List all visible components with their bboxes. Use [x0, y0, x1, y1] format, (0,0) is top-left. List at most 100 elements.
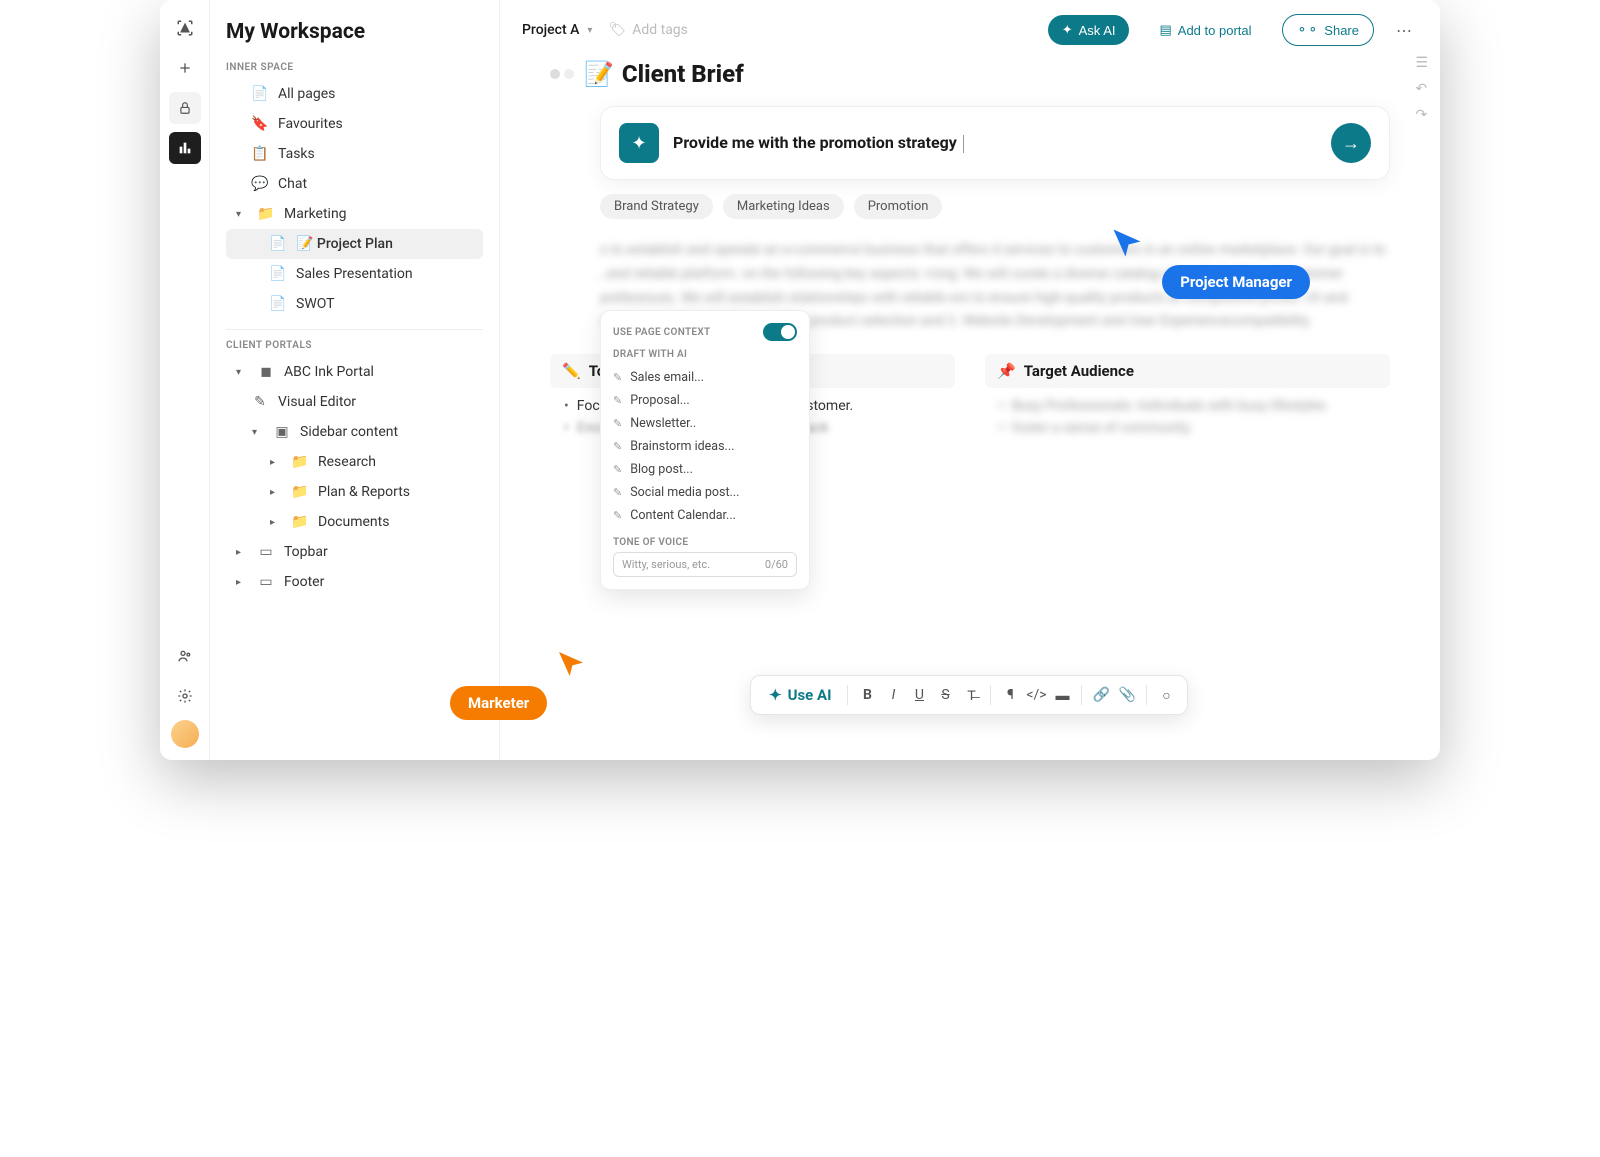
nav-abc-portal[interactable]: ▾◼ABC Ink Portal — [226, 357, 483, 387]
pin-icon: 📌 — [997, 362, 1016, 380]
user-avatar[interactable] — [171, 720, 199, 748]
tone-input[interactable]: Witty, serious, etc. 0/60 — [613, 552, 797, 577]
chevron-down-icon: ▾ — [252, 427, 264, 438]
pencil-icon: ✎ — [613, 371, 622, 384]
add-to-portal-button[interactable]: ▤ Add to portal — [1145, 15, 1265, 45]
nav-swot[interactable]: 📄SWOT — [226, 289, 483, 319]
chart-icon[interactable] — [169, 132, 201, 164]
col-audience: 📌 Target Audience Busy Professionals: In… — [985, 354, 1390, 442]
folder-icon: 📁 — [292, 454, 308, 470]
ai-prompt-card: ✦ Provide me with the promotion strategy… — [600, 106, 1390, 180]
nav-topbar[interactable]: ▸▭Topbar — [226, 537, 483, 567]
doc-icon: 📄 — [270, 296, 286, 312]
link-button[interactable]: 🔗 — [1090, 684, 1112, 706]
bookmark-icon: 🔖 — [252, 116, 268, 132]
folder-icon: 📁 — [292, 514, 308, 530]
add-icon[interactable] — [169, 52, 201, 84]
add-tags[interactable]: 🏷 Add tags — [608, 22, 687, 38]
context-label: USE PAGE CONTEXT — [613, 327, 710, 338]
pencil-icon: ✎ — [613, 394, 622, 407]
draft-sales-email[interactable]: ✎Sales email... — [613, 366, 797, 389]
lock-icon[interactable] — [169, 92, 201, 124]
share-icon: ⚬⚬ — [1297, 22, 1319, 38]
team-icon[interactable] — [169, 640, 201, 672]
section-client-portals: CLIENT PORTALS — [226, 340, 483, 351]
chevron-right-icon: ▸ — [236, 547, 248, 558]
portal-icon: ▤ — [1159, 22, 1171, 38]
nav-tasks[interactable]: 📋Tasks — [226, 139, 483, 169]
badge-marketer: Marketer — [450, 686, 547, 720]
divider — [226, 329, 483, 330]
bold-button[interactable]: B — [856, 684, 878, 706]
nav-sales-presentation[interactable]: 📄Sales Presentation — [226, 259, 483, 289]
main-area: Project A ▾ 🏷 Add tags ✦ Ask AI ▤ Add to… — [500, 0, 1440, 760]
sparkle-icon: ✦ — [769, 686, 782, 704]
strike-button[interactable]: S — [934, 684, 956, 706]
settings-icon[interactable] — [169, 680, 201, 712]
attach-button[interactable]: 📎 — [1116, 684, 1138, 706]
chip-marketing-ideas[interactable]: Marketing Ideas — [723, 194, 844, 219]
badge-project-manager: Project Manager — [1162, 265, 1310, 299]
share-button[interactable]: ⚬⚬ Share — [1282, 14, 1375, 46]
folder-icon: 📁 — [292, 484, 308, 500]
nav-all-pages[interactable]: 📄All pages — [226, 79, 483, 109]
code-button[interactable]: </> — [1025, 684, 1047, 706]
chevron-right-icon: ▸ — [270, 517, 282, 528]
chat-icon: 💬 — [252, 176, 268, 192]
draft-social[interactable]: ✎Social media post... — [613, 481, 797, 504]
nav-sidebar-content[interactable]: ▾▣Sidebar content — [226, 417, 483, 447]
draft-brainstorm[interactable]: ✎Brainstorm ideas... — [613, 435, 797, 458]
sidebar: My Workspace INNER SPACE 📄All pages 🔖Fav… — [210, 0, 500, 760]
target-icon[interactable] — [169, 12, 201, 44]
pencil-icon: ✎ — [613, 440, 622, 453]
ai-options-panel: USE PAGE CONTEXT DRAFT WITH AI ✎Sales em… — [600, 310, 810, 590]
ask-ai-button[interactable]: ✦ Ask AI — [1048, 15, 1130, 45]
ai-sparkle-icon: ✦ — [619, 123, 659, 163]
comment-button[interactable]: ○ — [1155, 684, 1177, 706]
nav-research[interactable]: ▸📁Research — [226, 447, 483, 477]
chevron-right-icon: ▸ — [270, 457, 282, 468]
doc-icon: 📄 — [252, 86, 268, 102]
chevron-right-icon: ▸ — [236, 577, 248, 588]
draft-calendar[interactable]: ✎Content Calendar... — [613, 504, 797, 527]
draft-newsletter[interactable]: ✎Newsletter.. — [613, 412, 797, 435]
text-toolbar: ✦ Use AI B I U S T̶ ¶ </> ▬ 🔗 📎 ○ — [750, 675, 1188, 715]
draft-proposal[interactable]: ✎Proposal... — [613, 389, 797, 412]
nav-marketing[interactable]: ▾📁Marketing — [226, 199, 483, 229]
italic-button[interactable]: I — [882, 684, 904, 706]
draft-blog[interactable]: ✎Blog post... — [613, 458, 797, 481]
chevron-right-icon: ▸ — [270, 487, 282, 498]
tag-icon: 🏷 — [608, 22, 626, 38]
highlight-button[interactable]: ▬ — [1051, 684, 1073, 706]
nav-plan-reports[interactable]: ▸📁Plan & Reports — [226, 477, 483, 507]
nav-documents[interactable]: ▸📁Documents — [226, 507, 483, 537]
ai-submit-button[interactable]: → — [1331, 123, 1371, 163]
clear-format-button[interactable]: T̶ — [960, 684, 982, 706]
nav-chat[interactable]: 💬Chat — [226, 169, 483, 199]
paragraph-button[interactable]: ¶ — [999, 684, 1021, 706]
doc-title: 📝 Client Brief — [584, 60, 744, 88]
workspace-title: My Workspace — [226, 20, 483, 44]
underline-button[interactable]: U — [908, 684, 930, 706]
nav-footer[interactable]: ▸▭Footer — [226, 567, 483, 597]
context-toggle[interactable] — [763, 323, 797, 341]
chip-promotion[interactable]: Promotion — [854, 194, 943, 219]
chevron-down-icon: ▾ — [236, 209, 248, 220]
nav-favourites[interactable]: 🔖Favourites — [226, 109, 483, 139]
col-audience-body: Busy Professionals: Individuals with bus… — [985, 398, 1390, 436]
nav-visual-editor[interactable]: ✎Visual Editor — [226, 387, 483, 417]
use-ai-button[interactable]: ✦ Use AI — [761, 682, 839, 708]
more-menu[interactable]: ⋯ — [1390, 16, 1418, 44]
nav-project-plan[interactable]: 📄📝 Project Plan — [226, 229, 483, 259]
chip-brand-strategy[interactable]: Brand Strategy — [600, 194, 713, 219]
chevron-down-icon: ▾ — [587, 25, 592, 36]
ai-prompt-input[interactable]: Provide me with the promotion strategy — [673, 133, 1317, 153]
status-dots — [550, 69, 574, 79]
doc-icon: 📄 — [270, 266, 286, 282]
folder-icon: 📁 — [258, 206, 274, 222]
pencil-icon: ✎ — [613, 486, 622, 499]
chevron-down-icon: ▾ — [236, 367, 248, 378]
square-icon: ◼ — [258, 364, 274, 380]
project-selector[interactable]: Project A ▾ — [522, 22, 592, 38]
layout-icon: ▣ — [274, 424, 290, 440]
